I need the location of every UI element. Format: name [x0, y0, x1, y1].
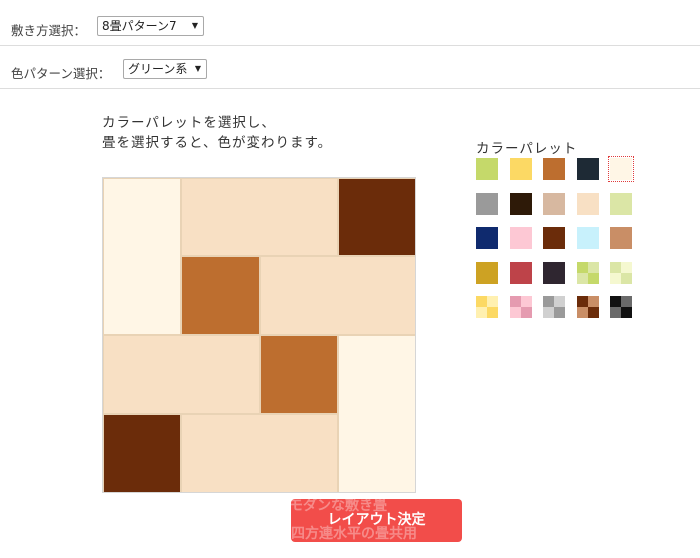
instructions-line-2: 畳を選択すると、色が変わります。 [102, 135, 333, 151]
palette-swatch-pattern[interactable] [576, 296, 599, 318]
layout-decide-label: レイアウト決定 [327, 512, 426, 528]
layout-select-label: 敷き方選択： [11, 23, 87, 38]
palette-swatch[interactable] [543, 158, 565, 180]
color-select[interactable]: グリーン系 ▼ [123, 59, 207, 79]
divider [0, 88, 700, 89]
layout-select-value: 8畳パターン7 [102, 19, 177, 33]
palette-swatch-pattern[interactable] [476, 296, 498, 318]
layout-select[interactable]: 8畳パターン7 ▼ [97, 16, 204, 36]
palette-swatch[interactable] [610, 227, 632, 249]
palette-swatch-pattern[interactable] [576, 261, 599, 284]
palette-swatch[interactable] [576, 227, 599, 249]
palette-swatch[interactable] [509, 192, 532, 215]
tatami-mat[interactable] [260, 256, 415, 335]
palette-swatch[interactable] [476, 158, 498, 180]
tatami-mat[interactable] [181, 256, 260, 335]
palette-swatch[interactable] [576, 192, 599, 215]
palette-swatch[interactable] [576, 158, 599, 180]
palette-swatch[interactable] [543, 192, 565, 215]
instructions-line-1: カラーパレットを選択し、 [102, 115, 276, 131]
palette-swatch-pattern[interactable] [509, 296, 532, 318]
palette-swatch[interactable] [543, 261, 565, 284]
tatami-mat[interactable] [181, 414, 338, 492]
tatami-mat[interactable] [260, 335, 338, 414]
chevron-down-icon: ▼ [194, 64, 201, 73]
palette-swatch[interactable] [509, 158, 532, 180]
tatami-mat[interactable] [338, 178, 415, 256]
layout-decide-button[interactable]: モダンな敷き畳 四方連水平の畳共用 レイアウト決定 [291, 499, 462, 542]
chevron-down-icon: ▼ [191, 21, 198, 30]
tatami-board [102, 177, 416, 493]
color-select-value: グリーン系 [128, 62, 188, 76]
palette-swatch[interactable] [509, 227, 532, 249]
instructions: カラーパレットを選択し、 畳を選択すると、色が変わります。 [102, 113, 332, 153]
palette-swatch[interactable] [476, 192, 498, 215]
palette-swatch[interactable] [543, 227, 565, 249]
tatami-mat[interactable] [103, 178, 181, 335]
color-select-label: 色パターン選択： [11, 66, 111, 81]
divider [0, 45, 700, 46]
palette-swatch-pattern[interactable] [610, 296, 632, 318]
palette-swatch[interactable] [476, 227, 498, 249]
palette-swatch[interactable] [509, 261, 532, 284]
palette-swatch-pattern[interactable] [610, 261, 632, 284]
palette-swatch-pattern[interactable] [543, 296, 565, 318]
tatami-mat[interactable] [338, 335, 415, 492]
palette-swatch[interactable] [610, 192, 632, 215]
tatami-mat[interactable] [181, 178, 338, 256]
palette-title: カラーパレット [476, 141, 578, 157]
palette-swatch[interactable] [608, 156, 634, 182]
palette-swatch[interactable] [476, 261, 498, 284]
tatami-mat[interactable] [103, 414, 181, 492]
tatami-mat[interactable] [103, 335, 260, 414]
